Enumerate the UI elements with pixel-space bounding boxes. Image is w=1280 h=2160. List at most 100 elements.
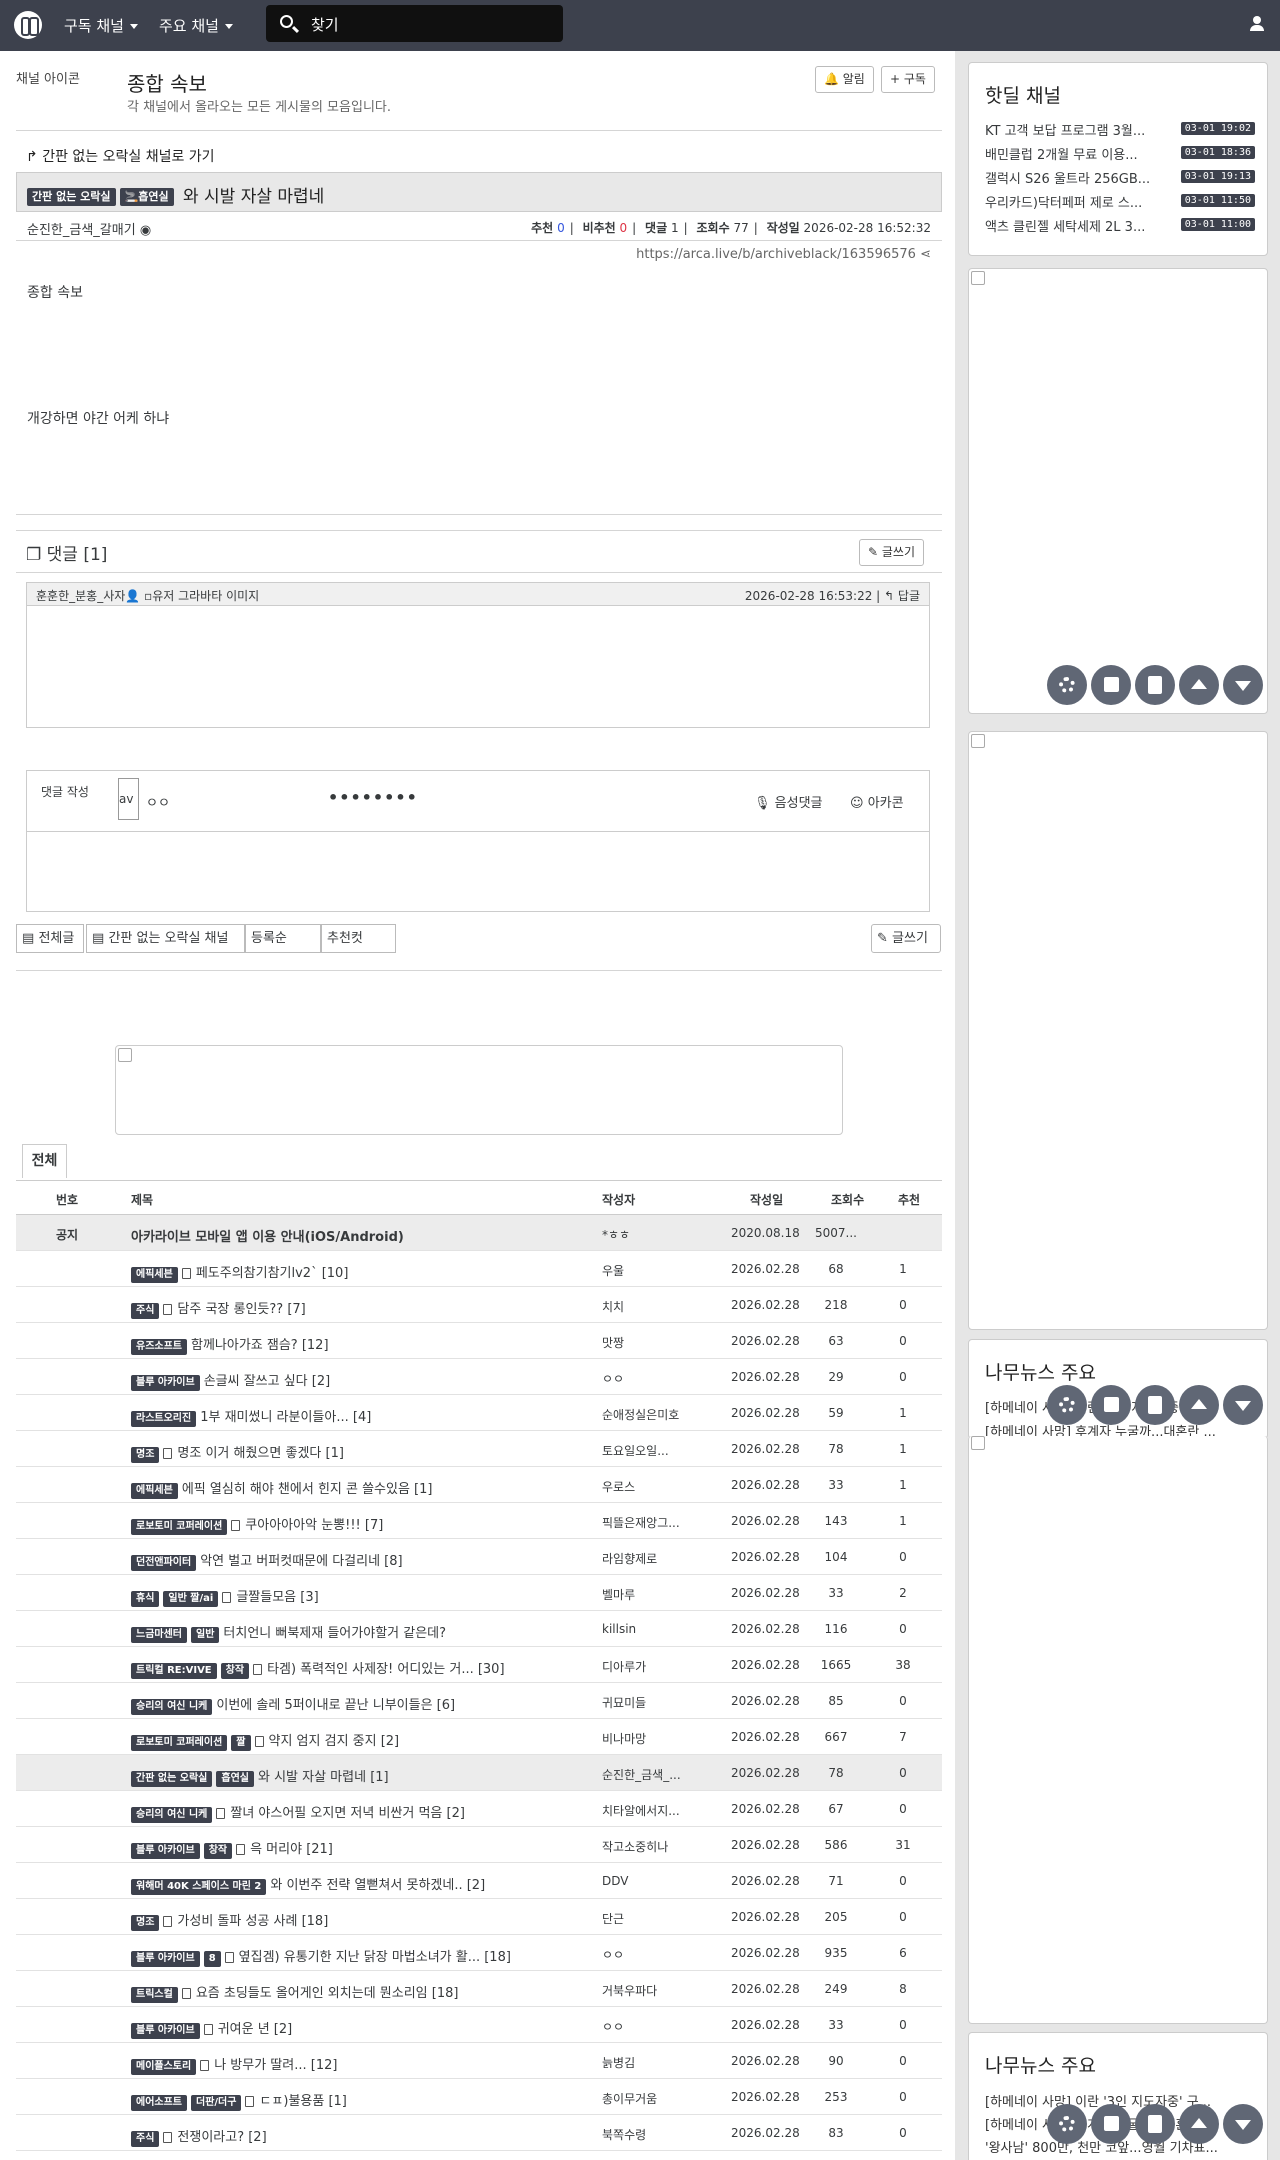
row-writer[interactable]: killsin (602, 1622, 702, 1636)
category-badge[interactable]: 휴식 (131, 1591, 160, 1607)
ad-card[interactable] (968, 1436, 1268, 2024)
hotdeal-item[interactable]: KT 고객 보답 프로그램 3월... (985, 120, 1145, 139)
row-writer[interactable]: 우울 (602, 1262, 702, 1279)
write-button[interactable]: ✎ 글쓰기 (859, 539, 925, 566)
category-badge[interactable]: 로보토미 코퍼레이션 (131, 1735, 228, 1751)
row-writer[interactable]: 비나마망 (602, 1730, 702, 1747)
hotdeal-item[interactable]: 갤럭시 S26 울트라 256GB... (985, 168, 1150, 187)
table-row[interactable]: 에픽세븐 에픽 열심히 해야 챈에서 힌지 콘 쓸수있음 [1] 우로스 2026.0… (16, 1467, 942, 1503)
article-author[interactable]: 순진한_금색_갈매기 ◉ (27, 219, 151, 238)
table-row[interactable]: 승리의 여신 니케 이번에 솔레 5퍼이내로 끝난 니부이들은 [6] 귀묘미들 20… (16, 1683, 942, 1719)
row-writer[interactable]: 순진한_금색_... (602, 1766, 702, 1783)
tab-all[interactable]: 전체 (22, 1144, 67, 1178)
category-badge[interactable]: 창작 (203, 1843, 233, 1859)
voice-comment-button[interactable]: 🎙 음성댓글 (754, 792, 823, 811)
row-writer[interactable]: 귀묘미들 (602, 1694, 702, 1711)
nickname-field[interactable]: ㅇㅇ (146, 792, 170, 811)
category-badge[interactable]: 블루 아카이브 (131, 1951, 200, 1967)
row-writer[interactable]: 거북우파다 (602, 1982, 702, 1999)
category-badge[interactable]: 짤 (231, 1735, 251, 1751)
scroll-up-icon[interactable] (1179, 665, 1219, 705)
news-title[interactable]: 나무뉴스 주요 (969, 2033, 1267, 2078)
table-row[interactable]: 로보토미 코퍼레이션 짤 약지 엄지 검지 중지 [2] 비나마망 2026.02.28… (16, 1719, 942, 1755)
row-writer[interactable]: 단근 (602, 1910, 702, 1927)
table-row[interactable]: 에어소프트 더판/더구 ㄷㅍ)불용품 [1] 총이무거움 2026.02.28 253 0 (16, 2079, 942, 2115)
arca-logo-icon[interactable] (14, 11, 42, 39)
category-badge[interactable]: 흡연실 (216, 1771, 254, 1787)
row-writer[interactable]: ㅇㅇ (602, 1370, 702, 1387)
row-writer[interactable]: 맛짱 (602, 1334, 702, 1351)
row-writer[interactable]: ㅇㅇ (602, 1946, 702, 1963)
table-row[interactable]: 느금마센터 일반 터치언니 뻐북제재 들어가야할거 같은데? killsin 2026.… (16, 1611, 942, 1647)
category-badge[interactable]: 명조 (131, 1447, 160, 1463)
scroll-up-icon[interactable] (1179, 2104, 1219, 2144)
password-field[interactable]: •••••••• (328, 788, 418, 807)
category-badge[interactable]: 창작 (220, 1663, 250, 1679)
table-row[interactable]: 트릭컬 RE:VIVE 창작 타겜) 폭력적인 사제장! 어디있는 거... [30… (16, 1647, 942, 1683)
scroll-up-icon[interactable] (1179, 1385, 1219, 1425)
category-badge[interactable]: 승리의 여신 니케 (131, 1807, 213, 1823)
table-row[interactable]: 로보토미 코퍼레이션 쿠아아아아악 눈뽕!!! [7] 픽뜰은재앙그... 2026.… (16, 1503, 942, 1539)
row-writer[interactable]: 치타알에서지... (602, 1802, 702, 1819)
row-writer[interactable]: 벨마루 (602, 1586, 702, 1603)
notice-row[interactable]: 공지 아카라이브 모바일 앱 이용 안내(iOS/Android) *ㅎㅎ 20… (16, 1215, 942, 1251)
row-writer[interactable]: 라임향제로 (602, 1550, 702, 1567)
news-title[interactable]: 나무뉴스 주요 (969, 1340, 1267, 1385)
comments-icon[interactable] (1091, 2104, 1131, 2144)
row-writer[interactable]: 작고소중히나 (602, 1838, 702, 1855)
table-row[interactable]: 명조 명조 이거 해줬으면 좋겠다 [1] 토요일오일... 2026.02.28 78… (16, 1431, 942, 1467)
row-writer[interactable]: 순애정실은미호 (602, 1406, 702, 1423)
hotdeal-item[interactable]: 우리카드)닥터페퍼 제로 스... (985, 192, 1142, 211)
row-writer[interactable]: 토요일오일... (602, 1442, 702, 1459)
table-row[interactable]: 주식 담주 국장 롱인듯?? [7] 치치 2026.02.28 218 0 (16, 1287, 942, 1323)
row-writer[interactable]: DDV (602, 1874, 702, 1888)
arcacon-button[interactable]: ☺ 아카콘 (850, 792, 904, 811)
table-row[interactable]: 블루 아카이브 창작 윽 머리야 [21] 작고소중히나 2026.02.28 586 31 (16, 1827, 942, 1863)
category-badge[interactable]: 라스트오리진 (131, 1411, 197, 1427)
comment-author[interactable]: 훈훈한_분홍_사자 (36, 589, 125, 603)
article-url[interactable]: https://arca.live/b/archiveblack/1635965… (636, 247, 931, 262)
search-input[interactable]: 찾기 (266, 5, 563, 42)
category-badge[interactable]: 명조 (131, 1915, 160, 1931)
scroll-down-icon[interactable] (1223, 665, 1263, 705)
category-badge[interactable]: 블루 아카이브 (131, 1375, 200, 1391)
scroll-down-icon[interactable] (1223, 1385, 1263, 1425)
category-badge[interactable]: 유즈소프트 (131, 1339, 187, 1355)
category-badge[interactable]: 로보토미 코퍼레이션 (131, 1519, 228, 1535)
hotdeal-item[interactable]: 액츠 클린젤 세탁세제 2L 3... (985, 216, 1145, 235)
row-writer[interactable]: 북쪽수령 (602, 2126, 702, 2143)
scroll-down-icon[interactable] (1223, 2104, 1263, 2144)
hotdeal-item[interactable]: 배민클럽 2개월 무료 이용... (985, 144, 1138, 163)
category-badge[interactable]: 느금마센터 (131, 1627, 187, 1643)
list-icon[interactable] (1135, 1385, 1175, 1425)
write-button[interactable]: ✎ 글쓰기 (871, 924, 941, 953)
row-writer[interactable]: ㅇㅇ (602, 2018, 702, 2035)
row-writer[interactable]: 디아루가 (602, 1658, 702, 1675)
ad-card[interactable] (968, 268, 1268, 714)
category-badge[interactable]: 에어소프트 (131, 2095, 187, 2111)
article-badge[interactable]: 🚬흡연실 (119, 188, 174, 206)
row-writer[interactable]: 늙병김 (602, 2054, 702, 2071)
category-badge[interactable]: 블루 아카이브 (131, 1843, 200, 1859)
category-badge[interactable]: 주식 (131, 1303, 160, 1319)
comments-icon[interactable] (1091, 665, 1131, 705)
table-row[interactable]: 휴식 일반 짤/ai 글짤들모음 [3] 벨마루 2026.02.28 33 2 (16, 1575, 942, 1611)
settings-gear-icon[interactable] (1047, 2104, 1087, 2144)
table-row[interactable]: 라스트오리진 1부 재미썼니 라분이들아... [4] 순애정실은미호 2026.02… (16, 1395, 942, 1431)
table-row[interactable]: 트릭스컬 요즘 초딩들도 올어게인 외치는데 뭔소리임 [18] 거북우파다 2026… (16, 1971, 942, 2007)
category-badge[interactable]: 에픽세븐 (131, 1267, 178, 1283)
category-badge[interactable]: 에픽세븐 (131, 1483, 178, 1499)
category-badge[interactable]: 블루 아카이브 (131, 2023, 200, 2039)
list-icon[interactable] (1135, 665, 1175, 705)
category-badge[interactable]: 8 (203, 1951, 221, 1967)
channel-posts-button[interactable]: ▤ 간판 없는 오락실 채널 (86, 924, 245, 953)
category-badge[interactable]: 일반 짤/ai (163, 1591, 219, 1607)
article-badge[interactable]: 간판 없는 오락실 (27, 188, 116, 206)
notify-button[interactable]: 🔔 알림 (815, 66, 874, 93)
ad-banner[interactable] (115, 1045, 843, 1135)
category-badge[interactable]: 주식 (131, 2131, 160, 2147)
list-icon[interactable] (1135, 2104, 1175, 2144)
table-row[interactable]: 워해머 40K 스페이스 마린 2와 이번주 전략 열뻗쳐서 못하겠네.. [2… (16, 1863, 942, 1899)
table-row[interactable]: 에픽세븐 페도주의참기참기lv2` [10] 우울 2026.02.28 68 1 (16, 1251, 942, 1287)
sort-order-select[interactable]: 등록순 (245, 924, 321, 953)
